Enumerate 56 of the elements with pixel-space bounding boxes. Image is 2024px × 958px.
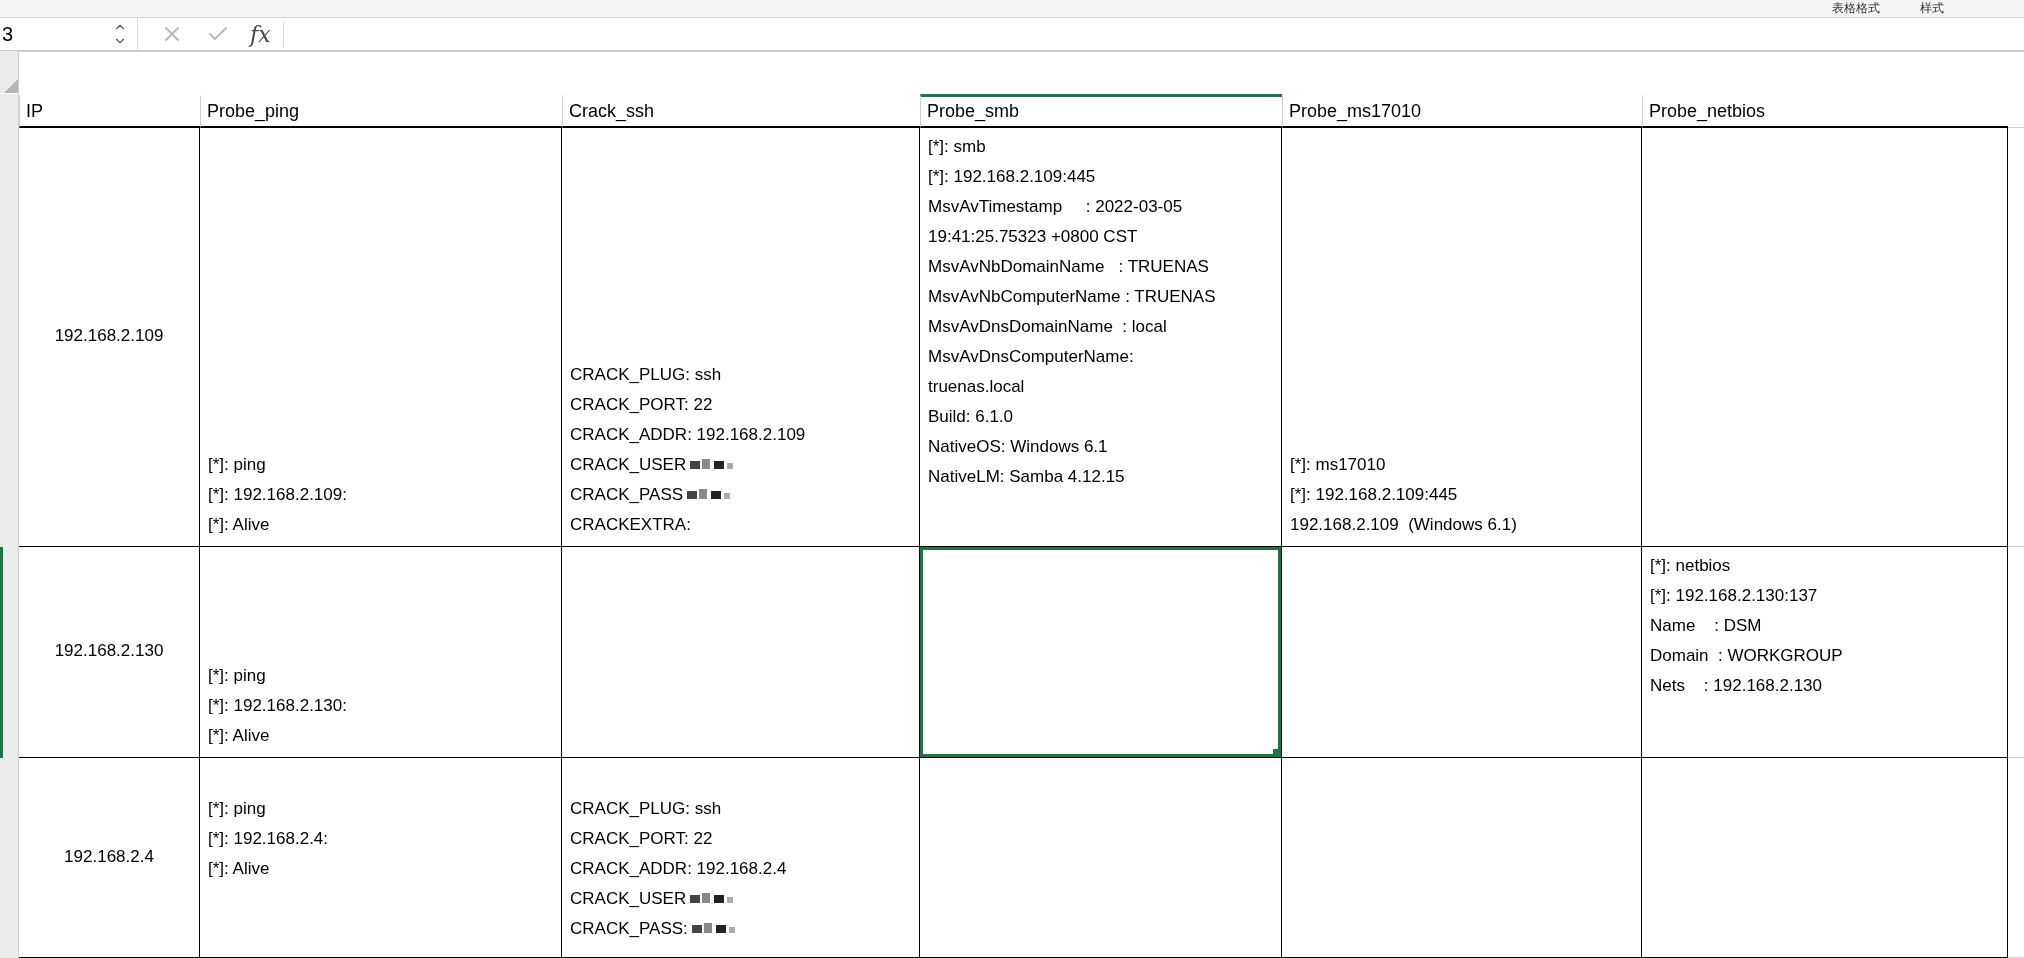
cell-text: CRACK_PORT: 22 <box>570 828 714 850</box>
cell-text: CRACK_PLUG: ssh <box>570 798 723 820</box>
cell-text: 192.168.2.130 <box>54 640 164 662</box>
cell-text: [*]: ping <box>208 798 267 820</box>
cell-text: NativeOS: Windows 6.1 <box>928 436 1109 458</box>
cell-text: [*]: 192.168.2.109:445 <box>928 166 1097 188</box>
column-header: IP <box>19 94 200 128</box>
column-header: Probe_ping <box>200 94 562 128</box>
cell-text: [*]: 192.168.2.130:137 <box>1650 585 1819 607</box>
column-header: Probe_ms17010 <box>1282 94 1642 128</box>
column-header: Crack_ssh <box>562 94 920 128</box>
ribbon-label[interactable]: 样式 <box>1920 0 1944 17</box>
column-header: Probe_netbios <box>1642 94 2008 128</box>
ribbon-label[interactable]: 表格格式 <box>1832 0 1880 17</box>
cell-text: [*]: 192.168.2.4: <box>208 828 330 850</box>
cell-text: [*]: smb <box>928 136 987 158</box>
cell-text: Domain : WORKGROUP <box>1650 645 1844 667</box>
corner-triangle-icon[interactable] <box>4 79 18 93</box>
cell-text: [*]: 192.168.2.109: <box>208 484 348 506</box>
name-box[interactable]: 3 <box>0 18 138 50</box>
cell-text: MsvAvNbDomainName : TRUENAS <box>928 256 1210 278</box>
cell-text: [*]: ms17010 <box>1290 454 1387 476</box>
cell-text: truenas.local <box>928 376 1026 398</box>
cell-text: 192.168.2.4 <box>64 845 154 868</box>
cell-text: CRACK_USER <box>570 884 911 914</box>
fill-handle[interactable] <box>1273 749 1281 757</box>
cell-text: [*]: ping <box>208 665 267 687</box>
cell-text: [*]: Alive <box>208 858 271 880</box>
cell-text: CRACK_PASS: <box>570 914 911 944</box>
cell-text: MsvAvTimestamp : 2022-03-05 <box>928 196 1184 218</box>
cell-text: MsvAvNbComputerName : TRUENAS <box>928 286 1217 308</box>
cell-text: [*]: Alive <box>208 514 271 536</box>
cell-text: 19:41:25.75323 +0800 CST <box>928 226 1139 248</box>
cell-text: [*]: Alive <box>208 725 271 747</box>
cell-text: CRACK_PLUG: ssh <box>570 364 723 386</box>
cell-text: CRACK_ADDR: 192.168.2.109 <box>570 424 807 446</box>
cell-text: CRACK_PORT: 22 <box>570 394 714 416</box>
cell-text: CRACKEXTRA: <box>570 514 692 536</box>
cell-text: NativeLM: Samba 4.12.15 <box>928 466 1126 488</box>
select-all-corner[interactable] <box>0 51 19 93</box>
cell-text: [*]: netbios <box>1650 555 1732 577</box>
cell-text: Nets : 192.168.2.130 <box>1650 675 1823 697</box>
cell-text: CRACK_ADDR: 192.168.2.4 <box>570 858 788 880</box>
cell-text: [*]: 192.168.2.130: <box>208 695 348 717</box>
function-button[interactable]: fx <box>250 21 284 47</box>
cell-text: [*]: 192.168.2.109:445 <box>1290 484 1459 506</box>
cell-text: Build: 6.1.0 <box>928 406 1015 428</box>
cell-text: MsvAvDnsComputerName: <box>928 346 1135 368</box>
column-header: Probe_smb <box>920 94 1282 128</box>
cell-text: CRACK_PASS <box>570 480 911 510</box>
cell-text: MsvAvDnsDomainName : local <box>928 316 1168 338</box>
cell-text: 192.168.2.109 <box>54 325 164 347</box>
cell-text: [*]: ping <box>208 454 267 476</box>
cell-text: CRACK_USER <box>570 450 911 480</box>
cell-text: Name : DSM <box>1650 615 1763 637</box>
cell-text: 192.168.2.109 (Windows 6.1) <box>1290 514 1518 536</box>
